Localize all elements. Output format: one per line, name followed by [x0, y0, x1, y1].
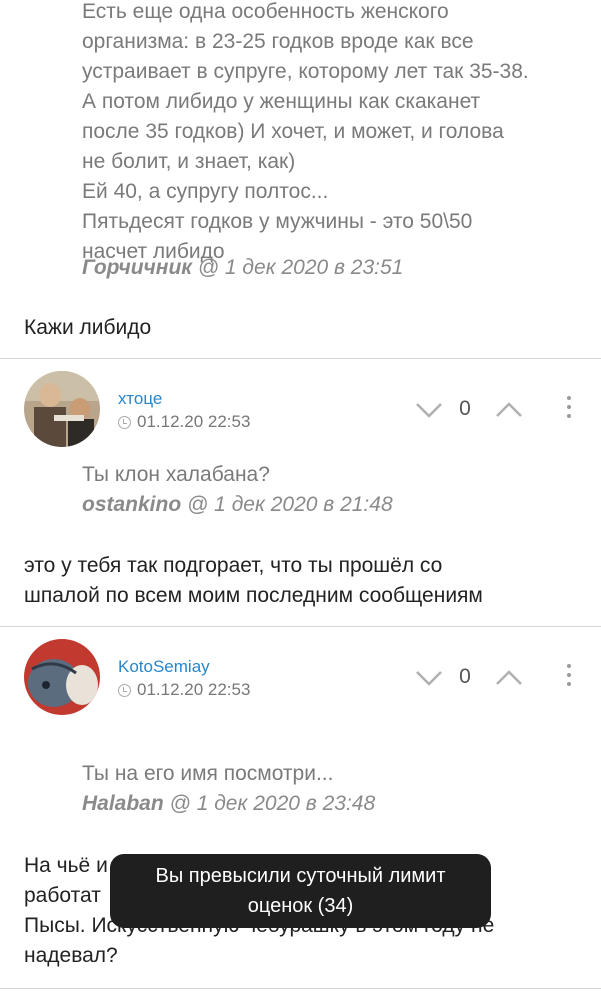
comment-text: это у тебя так подгорает, что ты прошёл …	[24, 554, 443, 577]
divider	[0, 626, 601, 627]
quote-line: Есть еще одна особенность женского	[82, 0, 449, 23]
quote-block-2: Ты клон халабана?	[82, 460, 592, 490]
chevron-up-icon[interactable]	[494, 400, 524, 420]
comment-body: Кажи либидо	[24, 313, 584, 343]
quote-date: @ 1 дек 2020 в 23:51	[191, 256, 404, 279]
comment-text: надевал?	[24, 944, 118, 967]
toast-notification: Вы превысили суточный лимит оценок (34)	[110, 854, 491, 928]
quote-date: @ 1 дек 2020 в 21:48	[181, 493, 393, 516]
comment-time: 01.12.20 22:53	[137, 412, 251, 431]
quote-signature[interactable]: Halaban @ 1 дек 2020 в 23:48	[82, 789, 375, 819]
avatar-image	[24, 371, 100, 447]
quote-line: не болит, и знает, как)	[82, 150, 296, 173]
avatar[interactable]	[24, 371, 100, 447]
clock-icon	[118, 683, 131, 697]
quote-signature[interactable]: Горчичник @ 1 дек 2020 в 23:51	[82, 253, 403, 283]
comment-meta: 01.12.20 22:53	[118, 412, 250, 432]
quote-block-1: Есть еще одна особенность женского орган…	[82, 0, 592, 267]
more-vertical-icon[interactable]	[562, 664, 576, 690]
quote-line: Ей 40, а супругу полтос...	[82, 180, 329, 203]
comment-text: шпалой по всем моим последним сообщениям	[24, 584, 483, 607]
username[interactable]: KotoSemiay	[118, 657, 210, 677]
quote-line: организма: в 23-25 годков вроде как все	[82, 30, 474, 53]
quote-signature[interactable]: ostankino @ 1 дек 2020 в 21:48	[82, 490, 393, 520]
username[interactable]: хтоце	[118, 389, 162, 409]
avatar-image	[24, 639, 100, 715]
quote-block-3: Ты на его имя посмотри...	[82, 759, 592, 789]
divider	[0, 358, 601, 359]
quote-line: устраивает в супруге, которому лет так 3…	[82, 60, 529, 83]
toast-text-line: Вы превысили суточный лимит	[155, 865, 446, 887]
toast-text-line: оценок (34)	[247, 895, 354, 917]
chevron-up-icon[interactable]	[494, 668, 524, 688]
quote-line: Ты клон халабана?	[82, 463, 270, 486]
comment-body: это у тебя так подгорает, что ты прошёл …	[24, 551, 584, 611]
quote-author[interactable]: Halaban	[82, 792, 164, 815]
clock-icon	[118, 415, 131, 429]
quote-line: Пятьдесят годков у мужчины - это 50\50	[82, 210, 473, 233]
comment-text: Кажи либидо	[24, 316, 152, 339]
quote-line: А потом либидо у женщины как скаканет	[82, 90, 481, 113]
avatar[interactable]	[24, 639, 100, 715]
quote-date: @ 1 дек 2020 в 23:48	[163, 792, 376, 815]
chevron-down-icon[interactable]	[414, 400, 444, 420]
quote-author[interactable]: ostankino	[82, 493, 181, 516]
comment-time: 01.12.20 22:53	[137, 680, 251, 699]
quote-author[interactable]: Горчичник	[82, 256, 192, 279]
vote-score: 0	[459, 397, 471, 420]
vote-score: 0	[459, 665, 471, 688]
quote-line: после 35 годков) И хочет, и может, и гол…	[82, 120, 504, 143]
chevron-down-icon[interactable]	[414, 668, 444, 688]
comment-meta: 01.12.20 22:53	[118, 680, 250, 700]
quote-line: Ты на его имя посмотри...	[82, 762, 334, 785]
divider	[0, 988, 601, 989]
more-vertical-icon[interactable]	[562, 396, 576, 422]
